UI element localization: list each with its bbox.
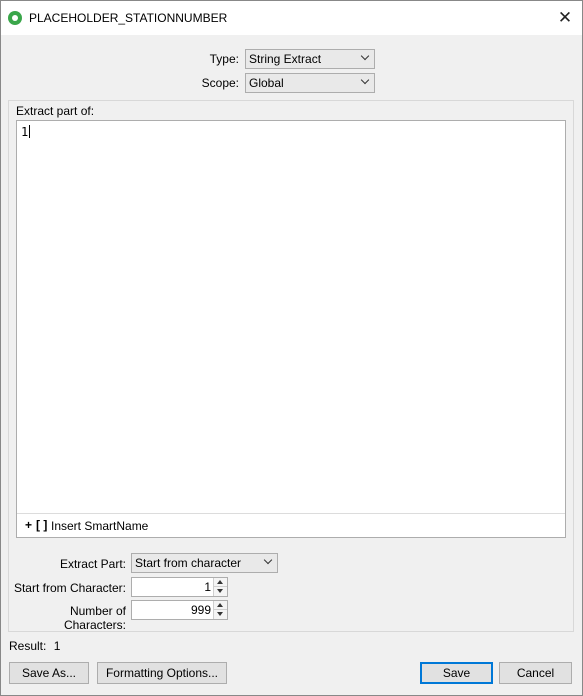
dialog-window: PLACEHOLDER_STATIONNUMBER ✕ Type: String…	[0, 0, 583, 696]
window-title: PLACEHOLDER_STATIONNUMBER	[29, 11, 228, 25]
extract-part-label: Extract Part:	[59, 557, 126, 571]
start-from-spinner[interactable]: 1	[131, 577, 228, 597]
title-bar: PLACEHOLDER_STATIONNUMBER ✕	[1, 1, 582, 35]
insert-smartname-label: Insert SmartName	[51, 519, 149, 533]
result-label: Result:	[9, 639, 47, 653]
cancel-button[interactable]: Cancel	[499, 662, 572, 684]
spin-down-icon[interactable]	[214, 587, 227, 596]
formatting-options-button[interactable]: Formatting Options...	[97, 662, 227, 684]
num-chars-value: 999	[190, 603, 211, 617]
extract-text-content: 1	[21, 125, 29, 139]
start-from-value: 1	[204, 580, 211, 594]
result-value: 1	[53, 639, 61, 653]
spin-up-icon[interactable]	[214, 578, 227, 587]
start-from-label: Start from Character:	[13, 581, 126, 595]
chevron-down-icon	[360, 75, 370, 85]
num-chars-spinner[interactable]: 999	[131, 600, 228, 620]
type-label: Type:	[209, 52, 239, 66]
extract-part-value: Start from character	[135, 556, 242, 570]
close-icon[interactable]: ✕	[552, 5, 578, 31]
extract-group-label: Extract part of:	[16, 104, 95, 118]
spin-up-icon[interactable]	[214, 601, 227, 610]
chevron-down-icon	[263, 555, 273, 565]
scope-label: Scope:	[201, 76, 239, 90]
extract-text-area[interactable]: 1 + [ ] Insert SmartName	[16, 120, 566, 538]
type-dropdown-value: String Extract	[249, 52, 322, 66]
num-chars-label: Number of Characters:	[63, 604, 126, 632]
result-line: Result: 1	[9, 639, 60, 653]
brackets-icon: [ ]	[36, 518, 48, 532]
scope-dropdown-value: Global	[249, 76, 284, 90]
scope-dropdown[interactable]: Global	[245, 73, 375, 93]
insert-smartname-bar[interactable]: + [ ] Insert SmartName	[17, 513, 565, 537]
type-dropdown[interactable]: String Extract	[245, 49, 375, 69]
plus-icon: +	[25, 518, 33, 532]
spinner-arrows	[213, 578, 227, 596]
app-gear-icon	[8, 11, 22, 25]
text-caret	[29, 125, 31, 138]
spin-down-icon[interactable]	[214, 610, 227, 619]
extract-group: Extract part of: 1 + [ ] Insert SmartNam…	[8, 100, 574, 632]
chevron-down-icon	[360, 51, 370, 61]
save-button[interactable]: Save	[420, 662, 493, 684]
extract-part-dropdown[interactable]: Start from character	[131, 553, 278, 573]
save-as-button[interactable]: Save As...	[9, 662, 89, 684]
extract-text-value: 1	[21, 125, 31, 139]
spinner-arrows	[213, 601, 227, 619]
